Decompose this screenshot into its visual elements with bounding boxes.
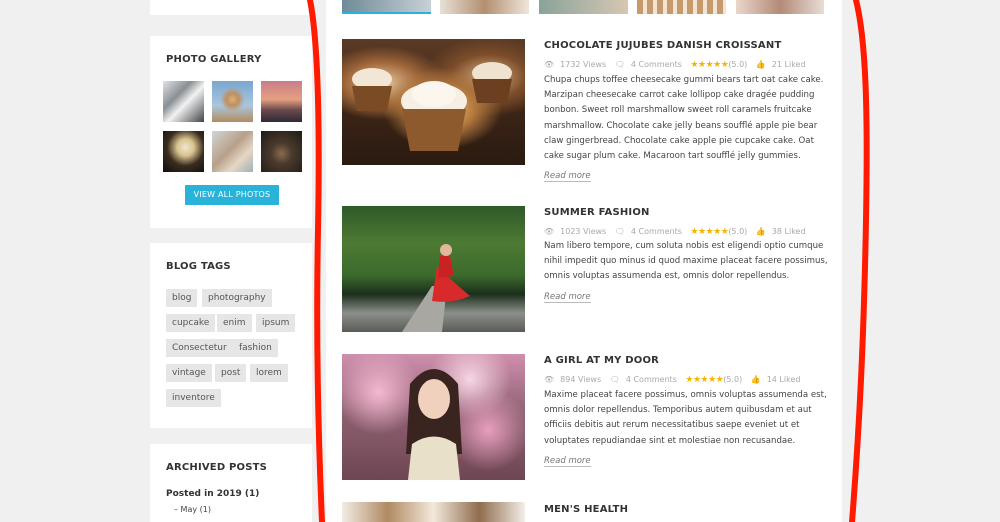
tag-inventore[interactable]: inventore: [166, 389, 221, 407]
tag-blog[interactable]: blog: [166, 289, 198, 307]
photo-gallery-widget: PHOTO GALLERY VIEW ALL PHOTOS: [150, 36, 312, 228]
tag-vintage[interactable]: vintage: [166, 364, 212, 382]
post-image-cupcakes[interactable]: [342, 39, 525, 165]
previous-post-image-3[interactable]: [539, 0, 628, 14]
post-title-3[interactable]: A GIRL AT MY DOOR: [544, 355, 659, 366]
post-meta-2: 👁 1023 Views 🗨 4 Comments ★★★★★(5.0) 👍 38 L…: [544, 227, 812, 237]
tag-cupcake[interactable]: cupcake: [166, 314, 216, 332]
blog-post-list: CHOCOLATE JUJUBES DANISH CROISSANT 👁 1732…: [326, 0, 842, 522]
post-image-girl-at-door[interactable]: [342, 354, 525, 480]
previous-post-image-1[interactable]: [342, 0, 431, 14]
thumbs-up-icon: 👍: [750, 375, 761, 384]
read-more-link-1[interactable]: Read more: [544, 171, 591, 182]
post-title-4[interactable]: MEN'S HEALTH: [544, 504, 628, 515]
post-likes-3[interactable]: 14 Liked: [767, 375, 801, 384]
comment-icon: 🗨: [614, 227, 625, 236]
post-rating-value-3: (5.0): [723, 375, 743, 384]
thumbs-up-icon: 👍: [755, 60, 766, 69]
views-icon: 👁: [544, 227, 555, 236]
post-comments-1[interactable]: 4 Comments: [631, 60, 682, 69]
tag-post[interactable]: post: [215, 364, 247, 382]
tag-ipsum[interactable]: ipsum: [256, 314, 296, 332]
post-meta-3: 👁 894 Views 🗨 4 Comments ★★★★★(5.0) 👍 14 Li…: [544, 375, 806, 385]
tag-consectetur[interactable]: Consectetur: [166, 339, 233, 357]
archived-posts-title: ARCHIVED POSTS: [166, 462, 268, 473]
comment-icon: 🗨: [609, 375, 620, 384]
archived-posts-widget: ARCHIVED POSTS Posted in 2019 (1) – May …: [150, 444, 312, 522]
post-excerpt-3: Maxime placeat facere possimus, omnis vo…: [544, 390, 827, 446]
gallery-thumb-woman-sky[interactable]: [212, 81, 253, 122]
post-excerpt-1: Chupa chups toffee cheesecake gummi bear…: [544, 75, 824, 162]
widget-top-partial: [150, 0, 312, 15]
gallery-thumb-pier-sunset[interactable]: [261, 81, 302, 122]
post-rating-value-1: (5.0): [728, 60, 748, 69]
views-icon: 👁: [544, 375, 555, 384]
read-more-link-2[interactable]: Read more: [544, 292, 591, 303]
archive-month-link[interactable]: – May (1): [174, 505, 211, 514]
gallery-thumb-hands[interactable]: [212, 131, 253, 172]
post-title-2[interactable]: SUMMER FASHION: [544, 207, 650, 218]
view-all-photos-button[interactable]: VIEW ALL PHOTOS: [185, 185, 279, 205]
post-rating-value-2: (5.0): [728, 227, 748, 236]
previous-post-image-5[interactable]: [736, 0, 824, 14]
gallery-thumb-hands-dark[interactable]: [261, 131, 302, 172]
post-rating-stars-3: ★★★★★: [685, 375, 724, 385]
cupcake-illustration: [352, 62, 512, 151]
post-image-summer-fashion[interactable]: [342, 206, 525, 332]
previous-post-image-2[interactable]: [440, 0, 529, 14]
tag-enim[interactable]: enim: [217, 314, 252, 332]
blog-tags-title: BLOG TAGS: [166, 261, 231, 272]
gallery-thumb-watch[interactable]: [163, 81, 204, 122]
post-views-3: 894 Views: [560, 375, 602, 384]
tag-photography[interactable]: photography: [202, 289, 272, 307]
post-likes-2[interactable]: 38 Liked: [772, 227, 806, 236]
views-icon: 👁: [544, 60, 555, 69]
post-title-1[interactable]: CHOCOLATE JUJUBES DANISH CROISSANT: [544, 40, 781, 51]
comment-icon: 🗨: [614, 60, 625, 69]
thumbs-up-icon: 👍: [755, 227, 766, 236]
fashion-illustration: [402, 244, 470, 332]
post-comments-2[interactable]: 4 Comments: [631, 227, 682, 236]
post-likes-1[interactable]: 21 Liked: [772, 60, 806, 69]
photo-gallery-title: PHOTO GALLERY: [166, 54, 262, 65]
post-meta-1: 👁 1732 Views 🗨 4 Comments ★★★★★(5.0) 👍 21 L…: [544, 60, 812, 70]
blog-tags-widget: BLOG TAGS blog photography cupcake enim …: [150, 243, 312, 428]
post-comments-3[interactable]: 4 Comments: [626, 375, 677, 384]
post-image-mens-health[interactable]: [342, 502, 525, 522]
girl-illustration: [406, 369, 462, 480]
tag-fashion[interactable]: fashion: [233, 339, 278, 357]
post-rating-stars-2: ★★★★★: [690, 227, 729, 237]
previous-post-image-4[interactable]: [637, 0, 726, 14]
read-more-link-3[interactable]: Read more: [544, 456, 591, 467]
post-views-1: 1732 Views: [560, 60, 607, 69]
post-rating-stars-1: ★★★★★: [690, 60, 729, 70]
archive-year-link[interactable]: Posted in 2019 (1): [166, 489, 259, 499]
gallery-thumb-blonde[interactable]: [163, 131, 204, 172]
post-excerpt-2: Nam libero tempore, cum soluta nobis est…: [544, 241, 828, 282]
tag-lorem[interactable]: lorem: [250, 364, 288, 382]
post-views-2: 1023 Views: [560, 227, 607, 236]
